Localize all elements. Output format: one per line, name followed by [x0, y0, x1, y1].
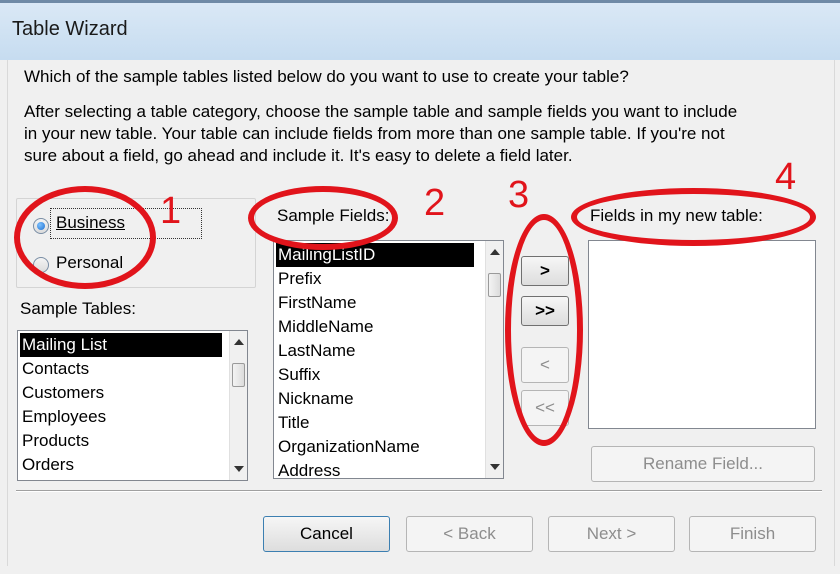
instruction-line-1: After selecting a table category, choose… [24, 102, 738, 121]
sample-tables-list[interactable]: Mailing List Contacts Customers Employee… [17, 330, 248, 481]
list-item[interactable]: FirstName [276, 291, 356, 315]
list-item[interactable]: Title [276, 411, 310, 435]
list-item[interactable]: Address [276, 459, 340, 478]
titlebar-top-edge [0, 0, 840, 3]
sample-tables-label: Sample Tables: [20, 299, 136, 318]
annotation-circle-3 [505, 214, 583, 446]
list-item[interactable]: Orders [20, 453, 74, 477]
next-button[interactable]: Next > [548, 516, 675, 552]
new-table-fields-list[interactable] [588, 240, 816, 429]
annotation-circle-2 [248, 186, 398, 250]
annotation-number-2: 2 [424, 182, 446, 224]
question-text: Which of the sample tables listed below … [24, 67, 629, 86]
rename-field-button[interactable]: Rename Field... [591, 446, 815, 482]
list-item[interactable]: Nickname [276, 387, 354, 411]
annotation-number-1: 1 [160, 190, 182, 232]
sample-tables-scrollbar[interactable] [229, 331, 247, 480]
finish-button[interactable]: Finish [689, 516, 816, 552]
cancel-button[interactable]: Cancel [263, 516, 390, 552]
list-item[interactable]: Mailing List [20, 333, 222, 357]
instruction-line-3: sure about a field, go ahead and include… [24, 146, 573, 165]
annotation-number-4: 4 [775, 156, 797, 198]
scroll-thumb[interactable] [488, 273, 501, 297]
scroll-down-icon[interactable] [234, 466, 244, 472]
list-item[interactable]: Employees [20, 405, 106, 429]
list-item[interactable]: Contacts [20, 357, 89, 381]
window-titlebar[interactable]: Table Wizard [0, 0, 840, 61]
back-button[interactable]: < Back [406, 516, 533, 552]
annotation-number-3: 3 [508, 174, 530, 216]
sample-fields-scrollbar[interactable] [485, 241, 503, 478]
list-item[interactable]: Customers [20, 381, 104, 405]
scroll-down-icon[interactable] [490, 464, 500, 470]
list-item[interactable]: Prefix [276, 267, 321, 291]
scroll-up-icon[interactable] [234, 339, 244, 345]
list-item[interactable]: LastName [276, 339, 355, 363]
list-item[interactable]: Suffix [276, 363, 320, 387]
annotation-circle-1 [14, 186, 156, 289]
footer-separator [16, 490, 822, 492]
sample-fields-list[interactable]: MailingListID Prefix FirstName MiddleNam… [273, 240, 504, 479]
list-item[interactable]: Products [20, 429, 89, 453]
scroll-thumb[interactable] [232, 363, 245, 387]
scroll-up-icon[interactable] [490, 249, 500, 255]
list-item[interactable]: MiddleName [276, 315, 373, 339]
list-item[interactable]: OrganizationName [276, 435, 420, 459]
window-title: Table Wizard [12, 18, 128, 40]
instruction-line-2: in your new table. Your table can includ… [24, 124, 725, 143]
